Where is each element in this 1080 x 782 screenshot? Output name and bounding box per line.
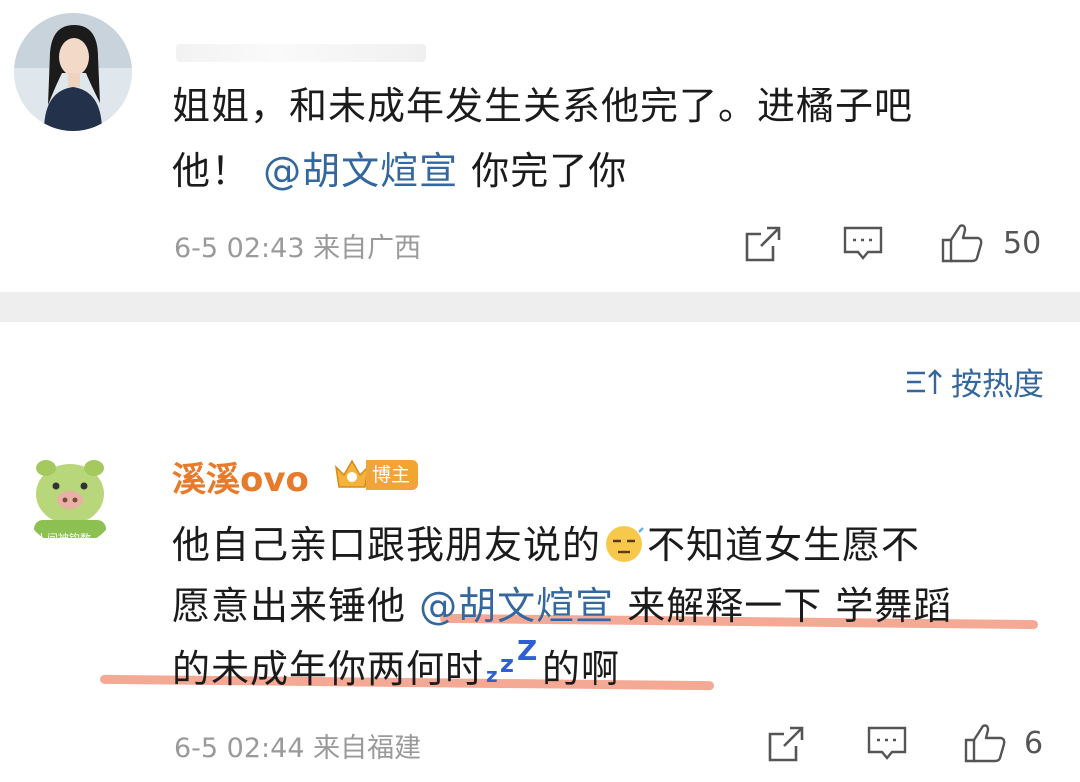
sleeping-zzz-icon: z z Z (486, 634, 538, 687)
comment-button[interactable] (866, 724, 908, 768)
badge-label: 博主 (366, 460, 419, 490)
blurred-username (176, 44, 426, 62)
comment-text-segment: 他！ (172, 149, 251, 193)
comment-text-segment: 你完了你 (471, 149, 628, 193)
like-count: 50 (1003, 226, 1042, 261)
sort-toggle[interactable]: 按热度 (905, 359, 1044, 404)
svg-text:z: z (500, 650, 515, 678)
comment-text-line-1: 他自己亲口跟我朋友说的 不知道女生愿不 (172, 516, 920, 574)
avatar-caption: 人间被钩数 (36, 532, 91, 545)
timestamp: 6-5 02:44 (174, 733, 305, 764)
comment-meta: 6-5 02:44 来自福建 (174, 726, 421, 765)
comment-button[interactable] (842, 224, 884, 268)
svg-text:z: z (486, 663, 499, 686)
section-divider (0, 292, 1080, 322)
share-button[interactable] (766, 724, 806, 768)
share-button[interactable] (743, 224, 783, 268)
svg-text:Z: Z (517, 638, 538, 667)
username[interactable]: 溪溪ovo (172, 452, 309, 501)
comment-text-segment: 他自己亲口跟我朋友说的 (172, 523, 602, 567)
comment-text-segment: 不知道女生愿不 (647, 523, 921, 567)
comment-text-segment: 的未成年你两何时 (172, 647, 485, 691)
comment-text-line-2: 他！ @胡文煊宣 你完了你 (172, 142, 627, 200)
thumbs-up-icon (964, 724, 1006, 763)
sort-label: 按热度 (951, 367, 1044, 403)
location: 来自福建 (313, 733, 422, 764)
share-icon (745, 226, 781, 262)
mention-link[interactable]: @胡文煊宣 (263, 149, 458, 193)
comment-text-line-3: 的未成年你两何时 z z Z 的啊 (172, 634, 621, 698)
share-icon (768, 726, 804, 762)
comment-text-segment: 愿意出来锤他 (172, 584, 407, 628)
sort-icon (907, 368, 942, 394)
comment-meta: 6-5 02:43 来自广西 (174, 226, 421, 265)
comment-text-segment: 来解释一下 学舞蹈 (627, 584, 953, 628)
like-count: 6 (1024, 726, 1044, 761)
comment-icon (843, 226, 883, 260)
comment-text-line-2: 愿意出来锤他 @胡文煊宣 来解释一下 学舞蹈 (172, 577, 952, 635)
location: 来自广西 (313, 233, 422, 264)
avatar-photo-icon (14, 13, 132, 131)
like-button[interactable] (940, 222, 984, 268)
commenter-avatar[interactable] (14, 13, 132, 131)
comment-text-line-1: 姐姐，和未成年发生关系他完了。进橘子吧 (172, 84, 914, 128)
blogger-badge: 博主 (332, 457, 419, 493)
timestamp: 6-5 02:43 (174, 233, 305, 264)
thumbs-up-icon (941, 224, 983, 263)
mention-link[interactable]: @胡文煊宣 (419, 584, 614, 628)
comment-icon (867, 726, 907, 760)
like-button[interactable] (963, 722, 1007, 768)
tired-emoji-icon (606, 526, 644, 562)
comment-text-segment: 的啊 (542, 647, 621, 691)
